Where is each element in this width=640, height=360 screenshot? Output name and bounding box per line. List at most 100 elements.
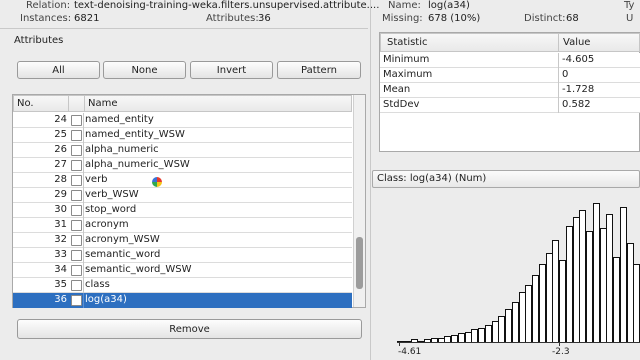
cell-divider — [83, 233, 84, 248]
missing-value: 678 (10%) — [428, 13, 481, 24]
attribute-name: alpha_numeric_WSW — [85, 159, 190, 170]
stat-value: -1.728 — [562, 84, 595, 95]
stat-name: Minimum — [383, 54, 430, 65]
header-divider — [68, 96, 69, 111]
row-checkbox[interactable] — [71, 265, 82, 276]
histogram-bar — [498, 316, 505, 342]
row-checkbox[interactable] — [71, 250, 82, 261]
table-row[interactable]: 28 verb — [13, 173, 352, 188]
x-tick-mark — [559, 342, 560, 346]
attr-name-value: log(a34) — [428, 0, 470, 11]
histogram-bar — [451, 335, 458, 342]
row-checkbox[interactable] — [71, 115, 82, 126]
table-row[interactable]: 31 acronym — [13, 218, 352, 233]
attribute-name: acronym_WSW — [85, 234, 160, 245]
histogram-bar — [512, 302, 519, 342]
table-row[interactable]: 34 semantic_word_WSW — [13, 263, 352, 278]
stat-value: -4.605 — [562, 54, 595, 65]
table-row[interactable]: 27 alpha_numeric_WSW — [13, 158, 352, 173]
row-number: 28 — [54, 174, 67, 185]
all-button[interactable]: All — [17, 61, 100, 79]
cell-divider — [83, 248, 84, 263]
row-number: 25 — [54, 129, 67, 140]
unique-label: U — [626, 13, 634, 24]
attributes-scrollbar[interactable] — [353, 95, 365, 307]
scrollbar-thumb[interactable] — [356, 237, 363, 289]
pattern-button[interactable]: Pattern — [277, 61, 361, 79]
row-checkbox[interactable] — [71, 130, 82, 141]
table-row[interactable]: 24 named_entity — [13, 113, 352, 128]
cell-divider — [83, 278, 84, 293]
stats-row: Maximum 0 — [380, 68, 640, 83]
table-row[interactable]: 26 alpha_numeric — [13, 143, 352, 158]
histogram-bar — [485, 325, 492, 342]
x-tick-mark — [399, 342, 400, 346]
row-checkbox[interactable] — [71, 295, 82, 306]
attribute-name: alpha_numeric — [85, 144, 159, 155]
invert-button[interactable]: Invert — [190, 61, 273, 79]
histogram-bar — [471, 329, 478, 342]
stats-header-value[interactable]: Value — [563, 37, 590, 48]
remove-button[interactable]: Remove — [17, 319, 362, 339]
histogram-bar — [633, 264, 640, 342]
row-checkbox[interactable] — [71, 175, 82, 186]
histogram-x-axis — [397, 342, 640, 343]
attr-type-label: Ty — [624, 0, 635, 11]
histogram-bar — [539, 264, 546, 342]
row-number: 34 — [54, 264, 67, 275]
attr-name-label: Name: — [388, 0, 421, 11]
row-checkbox[interactable] — [71, 190, 82, 201]
attributes-table-header: No. Name — [13, 95, 352, 112]
cell-divider — [83, 263, 84, 278]
row-number: 32 — [54, 234, 67, 245]
cell-divider — [558, 83, 559, 98]
row-checkbox[interactable] — [71, 160, 82, 171]
table-row[interactable]: 29 verb_WSW — [13, 188, 352, 203]
attributes-count-label: Attributes: — [206, 13, 259, 24]
cell-divider — [558, 68, 559, 83]
stat-value: 0.582 — [562, 99, 591, 110]
stat-name: Mean — [383, 84, 411, 95]
cell-divider — [83, 218, 84, 233]
cell-divider — [558, 53, 559, 68]
table-row[interactable]: 33 semantic_word — [13, 248, 352, 263]
cell-divider — [83, 173, 84, 188]
cell-divider — [83, 188, 84, 203]
table-row-selected[interactable]: 36 log(a34) — [13, 293, 352, 308]
relation-value: text-denoising-training-weka.filters.uns… — [74, 0, 380, 11]
histogram-bar — [532, 275, 539, 342]
distinct-label: Distinct: — [524, 13, 566, 24]
distinct-value: 68 — [566, 13, 579, 24]
table-row[interactable]: 30 stop_word — [13, 203, 352, 218]
cell-divider — [83, 143, 84, 158]
row-checkbox[interactable] — [71, 235, 82, 246]
row-number: 31 — [54, 219, 67, 230]
table-row[interactable]: 25 named_entity_WSW — [13, 128, 352, 143]
stats-table-header: Statistic Value — [380, 33, 640, 52]
stats-row: StdDev 0.582 — [380, 98, 640, 113]
row-checkbox[interactable] — [71, 205, 82, 216]
histogram-bar — [458, 333, 465, 342]
histogram-bar — [613, 257, 620, 342]
column-header-no[interactable]: No. — [17, 98, 34, 109]
row-number: 24 — [54, 114, 67, 125]
column-header-name[interactable]: Name — [88, 98, 118, 109]
attribute-name: named_entity_WSW — [85, 129, 185, 140]
table-row[interactable]: 35 class — [13, 278, 352, 293]
row-number: 36 — [54, 294, 67, 305]
row-checkbox[interactable] — [71, 145, 82, 156]
none-button[interactable]: None — [103, 61, 186, 79]
histogram-plot — [397, 200, 640, 342]
table-row[interactable]: 32 acronym_WSW — [13, 233, 352, 248]
histogram-bar — [552, 240, 559, 342]
attribute-name: class — [85, 279, 110, 290]
row-checkbox[interactable] — [71, 280, 82, 291]
attributes-count-value: 36 — [258, 13, 271, 24]
row-checkbox[interactable] — [71, 220, 82, 231]
busy-cursor-icon — [152, 177, 162, 187]
cell-divider — [83, 293, 84, 308]
stats-header-statistic[interactable]: Statistic — [387, 37, 428, 48]
attribute-name: stop_word — [85, 204, 137, 215]
class-selector-dropdown[interactable]: Class: log(a34) (Num) — [372, 170, 640, 188]
cell-divider — [83, 113, 84, 128]
